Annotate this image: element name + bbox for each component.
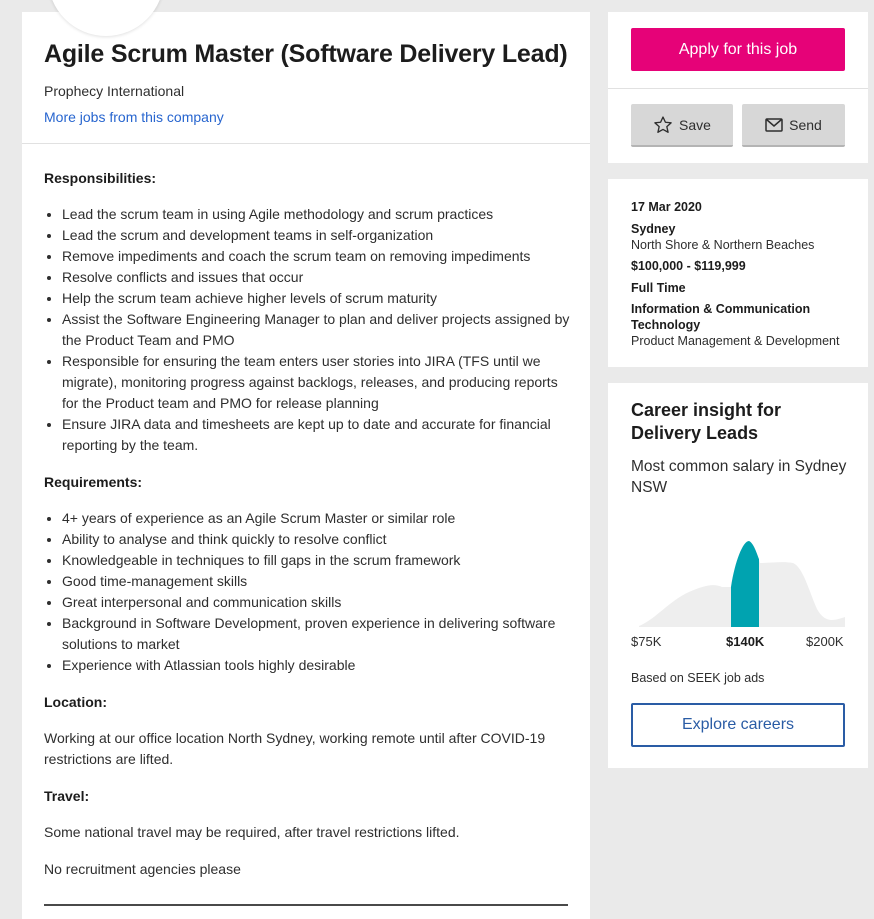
send-label: Send [789,116,822,133]
actions-divider [608,88,868,89]
responsibilities-heading: Responsibilities: [44,170,157,186]
save-button[interactable]: Save [631,104,733,147]
job-title: Agile Scrum Master (Software Delivery Le… [44,40,568,68]
job-details-panel: Agile Scrum Master (Software Delivery Le… [22,0,590,919]
career-insight-card: Career insight for Delivery Leads Most c… [608,383,868,768]
company-name: Prophecy International [44,83,185,99]
location-text: Working at our office location North Syd… [44,730,546,767]
insight-title: Career insight for Delivery Leads [631,400,782,443]
requirements-list: 4+ years of experience as an Agile Scrum… [44,508,572,676]
job-meta-card: 17 Mar 2020 Sydney North Shore & Norther… [608,179,868,367]
salary-range: $100,000 - $119,999 [631,259,746,273]
travel-text: Some national travel may be required, af… [44,824,460,840]
salary-mode-bar [731,541,759,627]
actions-card: Apply for this job Save Send [608,12,868,163]
header-divider [22,143,590,144]
listing-date: 17 Mar 2020 [631,200,702,214]
star-icon [654,115,672,133]
agencies-note: No recruitment agencies please [44,861,241,877]
save-label: Save [679,116,711,133]
bottom-divider [44,904,568,906]
classification: Information & Communication Technology [631,302,811,332]
list-item: Lead the scrum team in using Agile metho… [62,204,572,225]
list-item: Resolve conflicts and issues that occur [62,267,572,288]
chart-max-label: $200K [806,634,844,649]
job-description: Responsibilities: Lead the scrum team in… [44,168,572,896]
location-city: Sydney [631,222,676,236]
list-item: Assist the Software Engineering Manager … [62,309,572,351]
responsibilities-list: Lead the scrum team in using Agile metho… [44,204,572,456]
list-item: Good time-management skills [62,571,572,592]
envelope-icon [765,117,783,132]
list-item: Responsible for ensuring the team enters… [62,351,572,414]
send-button[interactable]: Send [742,104,845,147]
travel-heading: Travel: [44,788,90,804]
source-note: Based on SEEK job ads [631,671,765,685]
list-item: Experience with Atlassian tools highly d… [62,655,572,676]
chart-min-label: $75K [631,634,662,649]
insight-subtitle: Most common salary in Sydney NSW [631,458,847,496]
list-item: Ability to analyse and think quickly to … [62,529,572,550]
list-item: Help the scrum team achieve higher level… [62,288,572,309]
list-item: Ensure JIRA data and timesheets are kept… [62,414,572,456]
list-item: Great interpersonal and communication sk… [62,592,572,613]
sub-classification: Product Management & Development [631,334,840,348]
company-logo[interactable] [48,0,164,36]
salary-distribution-chart [639,541,845,627]
location-heading: Location: [44,694,107,710]
chart-mode-label: $140K [726,634,765,649]
list-item: Background in Software Development, prov… [62,613,572,655]
work-type: Full Time [631,281,686,295]
list-item: 4+ years of experience as an Agile Scrum… [62,508,572,529]
more-jobs-link[interactable]: More jobs from this company [44,109,224,125]
explore-careers-button[interactable]: Explore careers [631,703,845,747]
list-item: Knowledgeable in techniques to fill gaps… [62,550,572,571]
requirements-heading: Requirements: [44,474,143,490]
apply-button[interactable]: Apply for this job [631,28,845,71]
list-item: Remove impediments and coach the scrum t… [62,246,572,267]
list-item: Lead the scrum and development teams in … [62,225,572,246]
location-area: North Shore & Northern Beaches [631,238,815,252]
